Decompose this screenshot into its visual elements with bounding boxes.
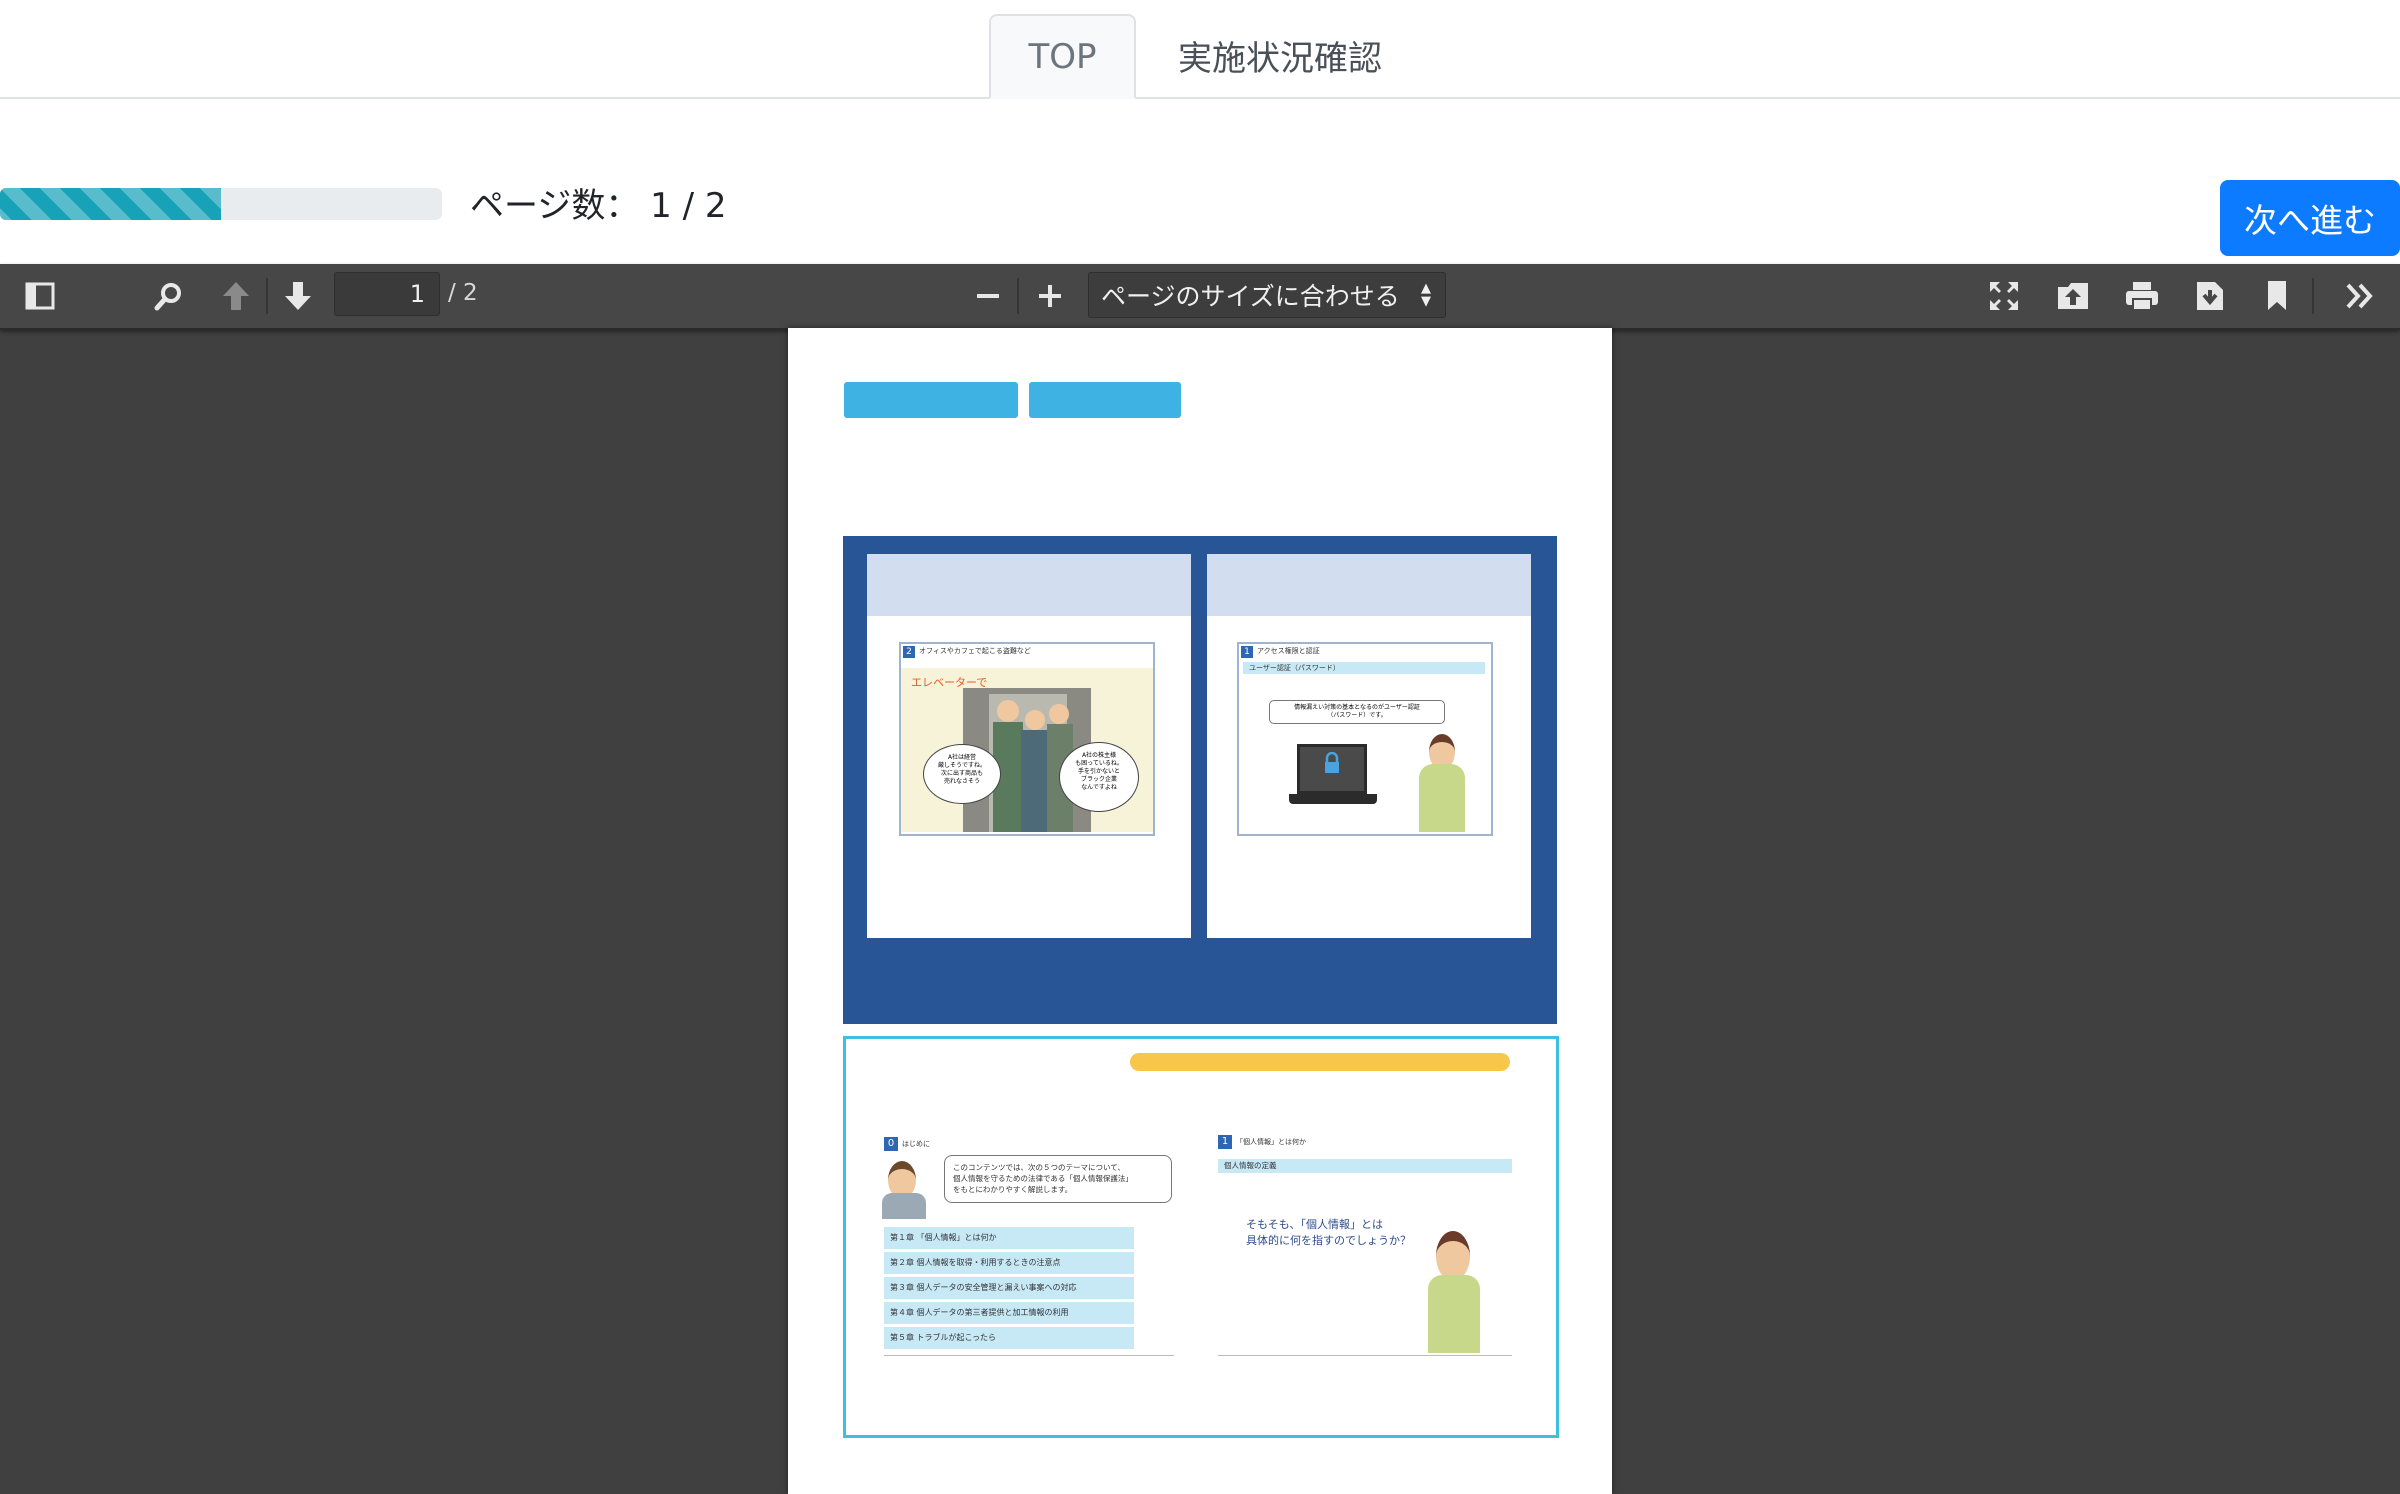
pdf-viewer: / 2 ページのサイズに合わせる ▲▼ (0, 264, 2400, 1494)
chapter-item: 第２章 個人情報を取得・利用するときの注意点 (884, 1252, 1134, 1274)
lock-icon (1323, 751, 1341, 774)
download-icon[interactable] (2190, 276, 2230, 316)
pdf-toolbar: / 2 ページのサイズに合わせる ▲▼ (0, 264, 2400, 330)
doc-yellow-bar (1130, 1053, 1510, 1071)
doc-tag-2 (1029, 382, 1181, 418)
chapter-item: 第１章 「個人情報」とは何か (884, 1227, 1134, 1249)
slide-2-image: 1 アクセス権限と認証 ユーザー認証（パスワード） 情報漏えい対策の基本となるの… (1237, 642, 1493, 836)
panel-3-header: はじめに (902, 1140, 930, 1148)
panel-4-subtitle: 個人情報の定義 (1218, 1159, 1512, 1173)
slide-2-number: 1 (1241, 646, 1253, 658)
toolbar-separator (2312, 278, 2314, 314)
chapter-item: 第３章 個人データの安全管理と漏えい事案への対応 (884, 1277, 1134, 1299)
progress-bar-fill (0, 188, 221, 220)
panel-4-question: そもそも、「個人情報」とは 具体的に何を指すのでしょうか？ (1246, 1218, 1411, 1247)
zoom-select-value: ページのサイズに合わせる (1101, 282, 1400, 311)
woman-avatar (1436, 1231, 1470, 1281)
toolbar-separator (266, 278, 268, 314)
pdf-page: 2 オフィスやカフェで起こる盗難など エレベーターで A社は経営 厳しそうですね… (788, 328, 1612, 1494)
next-page-icon[interactable] (278, 276, 318, 316)
page-count-label: ページ数： 1 / 2 (470, 186, 727, 226)
panel-4-header: 「個人情報」とは何か (1236, 1138, 1306, 1146)
panel-3-number: 0 (884, 1137, 898, 1151)
zoom-out-icon[interactable] (968, 276, 1008, 316)
updown-caret-icon: ▲ ▼ (1421, 281, 1431, 309)
previous-page-icon[interactable] (216, 276, 256, 316)
print-icon[interactable] (2122, 276, 2162, 316)
chapter-item: 第５章 トラブルが起こったら (884, 1327, 1134, 1349)
panel-4-number: 1 (1218, 1135, 1232, 1149)
slide-1-image: 2 オフィスやカフェで起こる盗難など エレベーターで A社は経営 厳しそうですね… (899, 642, 1155, 836)
sidebar-toggle-icon[interactable] (20, 276, 60, 316)
bookmark-icon[interactable] (2257, 276, 2297, 316)
slide-1-header: オフィスやカフェで起こる盗難など (919, 647, 1031, 655)
slide-card-2: 1 アクセス権限と認証 ユーザー認証（パスワード） 情報漏えい対策の基本となるの… (1207, 554, 1531, 938)
doc-content-panel: 0 はじめに このコンテンツでは、次の５つのテーマについて、 個人情報を守るため… (843, 1036, 1559, 1438)
zoom-select[interactable]: ページのサイズに合わせる ▲ ▼ (1088, 272, 1446, 318)
tab-status[interactable]: 実施状況確認 (1160, 14, 1400, 97)
next-button[interactable]: 次へ進む (2220, 180, 2400, 256)
progress-bar (0, 188, 442, 220)
slide-2-header: アクセス権限と認証 (1257, 647, 1320, 655)
slide-2-subtitle: ユーザー認証（パスワード） (1243, 662, 1485, 674)
slide-2-bubble: 情報漏えい対策の基本となるのがユーザー認証 （パスワード）です。 (1269, 700, 1445, 724)
tools-menu-icon[interactable] (2340, 276, 2380, 316)
toolbar-separator (1017, 278, 1019, 314)
tab-bar: TOP 実施状況確認 (0, 0, 2400, 99)
chapter-item: 第４章 個人データの第三者提供と加工情報の利用 (884, 1302, 1134, 1324)
zoom-in-icon[interactable] (1030, 276, 1070, 316)
page-number-input[interactable] (334, 272, 440, 316)
presentation-mode-icon[interactable] (1984, 276, 2024, 316)
slide-1-bubble-right: A社の株主様 も困っているね。 手を引かないと ブラック企業 なんですよね (1059, 742, 1139, 812)
chapter-list: 第１章 「個人情報」とは何か 第２章 個人情報を取得・利用するときの注意点 第３… (884, 1227, 1134, 1352)
slide-1-number: 2 (903, 646, 915, 658)
slide-card-1: 2 オフィスやカフェで起こる盗難など エレベーターで A社は経営 厳しそうですね… (867, 554, 1191, 938)
page-total-label: / 2 (448, 280, 478, 306)
panel-3-bubble: このコンテンツでは、次の５つのテーマについて、 個人情報を守るための法律である「… (944, 1155, 1172, 1203)
doc-tag-1 (844, 382, 1018, 418)
search-icon[interactable] (149, 276, 189, 316)
tab-top[interactable]: TOP (989, 14, 1136, 99)
open-file-icon[interactable] (2053, 276, 2093, 316)
slide-1-bubble-left: A社は経営 厳しそうですね。 次に出す商品も 売れなさそう (923, 744, 1001, 804)
doc-blue-panel: 2 オフィスやカフェで起こる盗難など エレベーターで A社は経営 厳しそうですね… (843, 536, 1557, 1024)
